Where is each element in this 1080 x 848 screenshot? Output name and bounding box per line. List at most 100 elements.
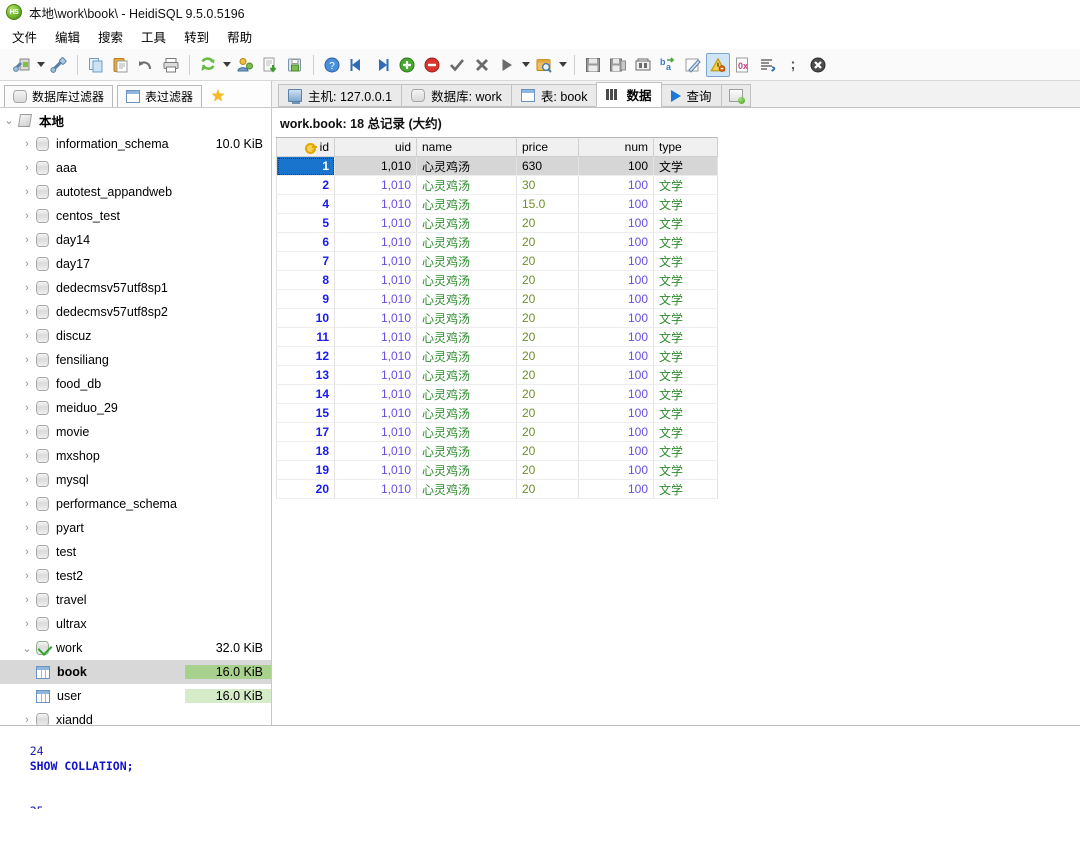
hex-icon[interactable]: 0x <box>731 53 755 77</box>
cell-name[interactable]: 心灵鸡汤 <box>416 308 517 328</box>
cell-num[interactable]: 100 <box>578 156 654 176</box>
cell-uid[interactable]: 1,010 <box>334 289 417 309</box>
chevron-right-icon[interactable]: › <box>18 522 36 534</box>
new-session-icon[interactable] <box>47 53 71 77</box>
cell-type[interactable]: 文学 <box>653 213 718 233</box>
chevron-right-icon[interactable]: › <box>18 354 36 366</box>
cell-num[interactable]: 100 <box>578 270 654 290</box>
cell-id[interactable]: 7 <box>276 251 335 271</box>
cell-uid[interactable]: 1,010 <box>334 479 417 499</box>
tab-query[interactable]: 查询 <box>660 84 722 107</box>
cell-id[interactable]: 6 <box>276 232 335 252</box>
cell-uid[interactable]: 1,010 <box>334 308 417 328</box>
cell-id[interactable]: 1 <box>276 156 335 176</box>
cancel-icon[interactable] <box>470 53 494 77</box>
menu-file[interactable]: 文件 <box>12 25 47 48</box>
cell-id[interactable]: 8 <box>276 270 335 290</box>
undo-icon[interactable] <box>134 53 158 77</box>
tree-node-ultrax[interactable]: › ultrax <box>0 612 271 636</box>
execute-icon[interactable] <box>495 53 519 77</box>
tree-node-information_schema[interactable]: › information_schema 10.0 KiB <box>0 132 271 156</box>
cell-price[interactable]: 20 <box>516 213 579 233</box>
cell-uid[interactable]: 1,010 <box>334 346 417 366</box>
cell-uid[interactable]: 1,010 <box>334 270 417 290</box>
semicolon-icon[interactable]: ; <box>781 53 805 77</box>
refresh-caret[interactable] <box>221 53 232 77</box>
cell-id[interactable]: 4 <box>276 194 335 214</box>
cell-price[interactable]: 20 <box>516 365 579 385</box>
replace-icon[interactable]: ba <box>656 53 680 77</box>
cell-name[interactable]: 心灵鸡汤 <box>416 232 517 252</box>
cell-num[interactable]: 100 <box>578 213 654 233</box>
paste-icon[interactable] <box>109 53 133 77</box>
cell-id[interactable]: 5 <box>276 213 335 233</box>
cell-type[interactable]: 文学 <box>653 308 718 328</box>
cell-id[interactable]: 2 <box>276 175 335 195</box>
cell-type[interactable]: 文学 <box>653 270 718 290</box>
cell-num[interactable]: 100 <box>578 365 654 385</box>
menu-edit[interactable]: 编辑 <box>55 25 90 48</box>
cell-name[interactable]: 心灵鸡汤 <box>416 384 517 404</box>
cell-uid[interactable]: 1,010 <box>334 327 417 347</box>
cell-price[interactable]: 20 <box>516 270 579 290</box>
cell-price[interactable]: 30 <box>516 175 579 195</box>
tab-database[interactable]: 数据库: work <box>401 84 512 107</box>
star-icon[interactable]: ★ <box>208 87 228 107</box>
table-row[interactable]: 8 1,010 心灵鸡汤 20 100 文学 <box>276 270 718 290</box>
tree-node-dedecmsv57utf8sp2[interactable]: › dedecmsv57utf8sp2 <box>0 300 271 324</box>
cell-name[interactable]: 心灵鸡汤 <box>416 422 517 442</box>
column-header-id[interactable]: id <box>276 137 335 157</box>
tree-node-meiduo_29[interactable]: › meiduo_29 <box>0 396 271 420</box>
tree-node-pyart[interactable]: › pyart <box>0 516 271 540</box>
menu-help[interactable]: 帮助 <box>227 25 262 48</box>
chevron-right-icon[interactable]: › <box>18 186 36 198</box>
save-as-icon[interactable] <box>606 53 630 77</box>
cell-type[interactable]: 文学 <box>653 327 718 347</box>
cell-num[interactable]: 100 <box>578 403 654 423</box>
chevron-right-icon[interactable]: › <box>18 618 36 630</box>
cell-type[interactable]: 文学 <box>653 441 718 461</box>
tree-node-performance_schema[interactable]: › performance_schema <box>0 492 271 516</box>
tab-database-filter[interactable]: 数据库过滤器 <box>4 85 114 107</box>
cell-uid[interactable]: 1,010 <box>334 156 417 176</box>
cell-name[interactable]: 心灵鸡汤 <box>416 213 517 233</box>
cell-price[interactable]: 20 <box>516 251 579 271</box>
tree-node-discuz[interactable]: › discuz <box>0 324 271 348</box>
chevron-right-icon[interactable]: › <box>18 282 36 294</box>
cell-num[interactable]: 100 <box>578 194 654 214</box>
chevron-down-icon[interactable]: ⌄ <box>0 114 18 127</box>
chevron-right-icon[interactable]: › <box>18 450 36 462</box>
cell-price[interactable]: 20 <box>516 479 579 499</box>
cell-uid[interactable]: 1,010 <box>334 422 417 442</box>
cell-uid[interactable]: 1,010 <box>334 175 417 195</box>
first-page-icon[interactable] <box>345 53 369 77</box>
cell-price[interactable]: 15.0 <box>516 194 579 214</box>
cell-price[interactable]: 20 <box>516 403 579 423</box>
chevron-right-icon[interactable]: › <box>18 234 36 246</box>
cell-name[interactable]: 心灵鸡汤 <box>416 365 517 385</box>
chevron-right-icon[interactable]: › <box>18 714 36 725</box>
cell-num[interactable]: 100 <box>578 251 654 271</box>
cell-uid[interactable]: 1,010 <box>334 441 417 461</box>
cell-price[interactable]: 20 <box>516 384 579 404</box>
tab-host[interactable]: 主机: 127.0.0.1 <box>278 84 403 107</box>
cell-num[interactable]: 100 <box>578 232 654 252</box>
table-row[interactable]: 2 1,010 心灵鸡汤 30 100 文学 <box>276 175 718 195</box>
cell-uid[interactable]: 1,010 <box>334 460 417 480</box>
cell-price[interactable]: 20 <box>516 422 579 442</box>
column-header-uid[interactable]: uid <box>334 137 417 157</box>
cell-name[interactable]: 心灵鸡汤 <box>416 156 517 176</box>
cell-name[interactable]: 心灵鸡汤 <box>416 270 517 290</box>
tree-node-root[interactable]: ⌄ 本地 <box>0 108 271 132</box>
execute-caret[interactable] <box>520 53 531 77</box>
cell-type[interactable]: 文学 <box>653 479 718 499</box>
cell-name[interactable]: 心灵鸡汤 <box>416 289 517 309</box>
last-page-icon[interactable] <box>370 53 394 77</box>
cell-uid[interactable]: 1,010 <box>334 213 417 233</box>
column-header-name[interactable]: name <box>416 137 517 157</box>
tree-node-user[interactable]: user 16.0 KiB <box>0 684 271 708</box>
cell-price[interactable]: 20 <box>516 232 579 252</box>
table-row[interactable]: 1 1,010 心灵鸡汤 630 100 文学 <box>276 156 718 176</box>
tree-node-mysql[interactable]: › mysql <box>0 468 271 492</box>
explain-caret[interactable] <box>557 53 568 77</box>
